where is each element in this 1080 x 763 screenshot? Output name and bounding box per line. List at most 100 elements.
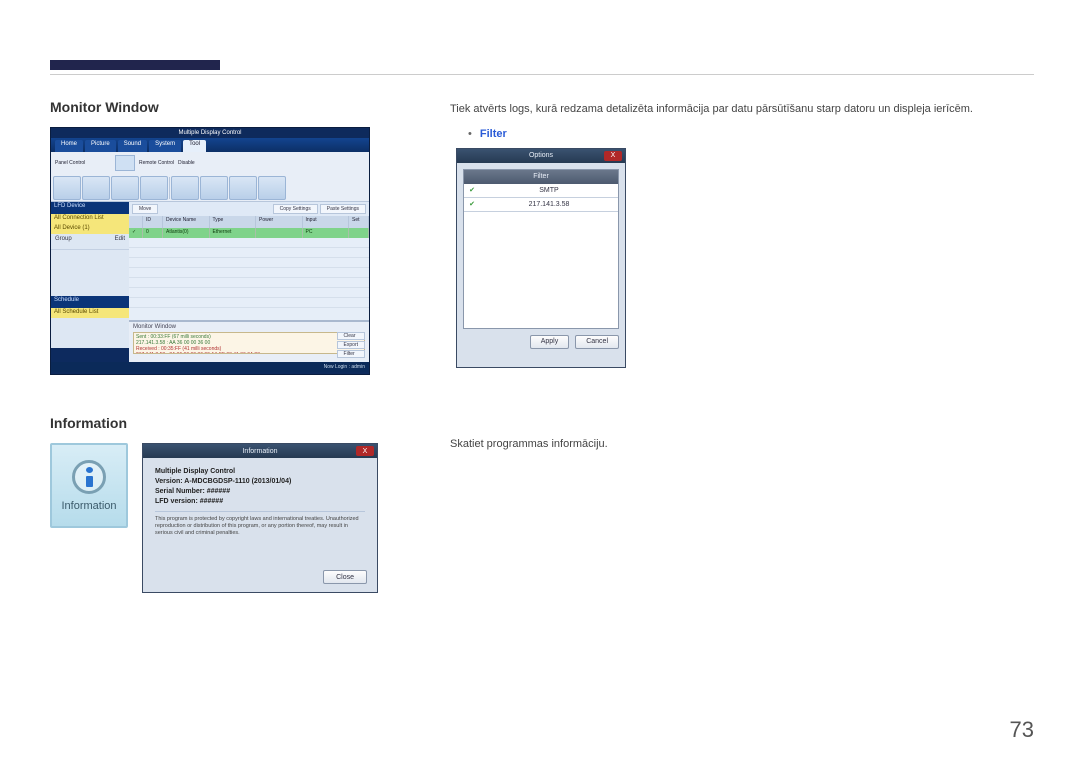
monitor-window-description: Tiek atvērts logs, kurā redzama detalizē… bbox=[450, 101, 1034, 118]
remote-control-label: Remote Control bbox=[139, 160, 174, 166]
app-titlebar: Multiple Display Control bbox=[51, 128, 369, 138]
sidebar-all-schedule[interactable]: All Schedule List bbox=[51, 308, 129, 318]
log-addr2: 217.141.3.58 : 8A 36 00 00 36 00 AA FF 0… bbox=[136, 352, 260, 354]
close-button[interactable]: X bbox=[356, 446, 374, 456]
filter-button[interactable]: Filter bbox=[337, 350, 365, 358]
sidebar-all-device[interactable]: All Device (1) bbox=[51, 224, 129, 234]
app-tabs: Home Picture Sound System Tool bbox=[51, 138, 369, 152]
section-title-monitor: Monitor Window bbox=[50, 99, 420, 115]
monitor-app-window: Multiple Display Control Home Picture So… bbox=[50, 127, 370, 375]
table-header: ID Device Name Type Power Input Set bbox=[129, 216, 369, 228]
filter-row-label: 217.141.3.58 bbox=[480, 201, 618, 208]
th-power[interactable]: Power bbox=[256, 216, 303, 228]
panel-control-field[interactable] bbox=[115, 155, 135, 171]
information-dialog: Information X Multiple Display Control V… bbox=[142, 443, 378, 593]
edit-column-button[interactable] bbox=[200, 176, 228, 200]
table-row-empty bbox=[129, 288, 369, 298]
lfd-version-line: LFD version: ###### bbox=[155, 498, 365, 505]
information-icon-tile[interactable]: Information bbox=[50, 443, 128, 528]
cell-type: Ethernet bbox=[210, 228, 257, 238]
th-id[interactable]: ID bbox=[143, 216, 163, 228]
panel-controls-row: Panel Control Remote Control Disable bbox=[51, 152, 369, 174]
table-row[interactable]: ✓ 0 Atlantis(0) Ethernet PC bbox=[129, 228, 369, 238]
th-set[interactable]: Set bbox=[349, 216, 369, 228]
tab-sound[interactable]: Sound bbox=[118, 140, 147, 152]
monitor-window-button[interactable] bbox=[229, 176, 257, 200]
info-icon-label: Information bbox=[61, 500, 116, 512]
tab-home[interactable]: Home bbox=[55, 140, 83, 152]
filter-row[interactable]: ✔ SMTP bbox=[464, 184, 618, 198]
ribbon bbox=[51, 174, 369, 202]
filter-table: Filter ✔ SMTP ✔ 217.141.3.58 bbox=[463, 169, 619, 329]
bullet-icon bbox=[468, 128, 472, 140]
header-accent bbox=[50, 60, 220, 70]
close-dialog-button[interactable]: Close bbox=[323, 570, 367, 584]
table-row-empty bbox=[129, 258, 369, 268]
edit-button[interactable]: Edit bbox=[115, 236, 125, 242]
move-button[interactable]: Move bbox=[132, 204, 158, 214]
sidebar-spacer bbox=[51, 250, 129, 296]
disclaimer-text: This program is protected by copyright l… bbox=[155, 511, 365, 537]
filter-dialog: Options X Filter ✔ SMTP ✔ 217.141.3.58 bbox=[456, 148, 626, 368]
reset-picture-button[interactable] bbox=[53, 176, 81, 200]
sidebar-all-connection[interactable]: All Connection List bbox=[51, 214, 129, 224]
header-rule bbox=[50, 74, 1034, 75]
th-type[interactable]: Type bbox=[210, 216, 257, 228]
filter-bullet: Filter bbox=[468, 128, 1034, 140]
check-icon: ✔ bbox=[464, 200, 480, 208]
cell-device: Atlantis(0) bbox=[163, 228, 210, 238]
monitor-log[interactable]: Sent : 00:33:FF (67 milli seconds) 217.1… bbox=[133, 332, 365, 354]
table-row-empty bbox=[129, 298, 369, 308]
tab-system[interactable]: System bbox=[149, 140, 181, 152]
apply-button[interactable]: Apply bbox=[530, 335, 570, 349]
filter-dialog-buttons: Apply Cancel bbox=[463, 335, 619, 349]
tab-tool[interactable]: Tool bbox=[183, 140, 206, 152]
cell-id: 0 bbox=[143, 228, 163, 238]
sidebar-schedule-header[interactable]: Schedule bbox=[51, 296, 129, 308]
status-bar: Now Login : admin bbox=[51, 362, 369, 372]
information-button[interactable] bbox=[258, 176, 286, 200]
copy-settings-button[interactable]: Copy Settings bbox=[273, 204, 318, 214]
filter-title-text: Options bbox=[529, 152, 553, 159]
export-button[interactable]: Export bbox=[337, 341, 365, 349]
reset-system-button[interactable] bbox=[111, 176, 139, 200]
check-icon: ✔ bbox=[464, 186, 480, 194]
main-panel: Move Copy Settings Paste Settings ID Dev… bbox=[129, 202, 369, 362]
filter-table-header: Filter bbox=[464, 170, 618, 184]
version-line: Version: A-MDCBGDSP-1110 (2013/01/04) bbox=[155, 478, 365, 485]
monitor-buttons: Clear Export Filter bbox=[337, 332, 365, 358]
th-device[interactable]: Device Name bbox=[163, 216, 210, 228]
close-button[interactable]: X bbox=[604, 151, 622, 161]
disable-label: Disable bbox=[178, 160, 195, 166]
reset-all-button[interactable] bbox=[140, 176, 168, 200]
tab-picture[interactable]: Picture bbox=[85, 140, 116, 152]
cancel-button[interactable]: Cancel bbox=[575, 335, 619, 349]
sidebar-spacer2 bbox=[51, 318, 129, 348]
ribbon-sep bbox=[169, 177, 170, 199]
monitor-panel-title: Monitor Window bbox=[129, 322, 369, 332]
paste-settings-button[interactable]: Paste Settings bbox=[320, 204, 366, 214]
filter-dialog-title: Options X bbox=[457, 149, 625, 163]
th-input[interactable]: Input bbox=[303, 216, 350, 228]
sidebar-group[interactable]: Group Edit bbox=[51, 234, 129, 250]
cell-power bbox=[256, 228, 303, 238]
reset-sound-button[interactable] bbox=[82, 176, 110, 200]
cell-input: PC bbox=[303, 228, 350, 238]
filter-row[interactable]: ✔ 217.141.3.58 bbox=[464, 198, 618, 212]
page-number: 73 bbox=[1010, 717, 1034, 743]
serial-line: Serial Number: ###### bbox=[155, 488, 365, 495]
group-label: Group bbox=[55, 236, 72, 242]
info-dialog-title: Information X bbox=[143, 444, 377, 458]
main-toolbar: Move Copy Settings Paste Settings bbox=[129, 202, 369, 216]
info-dialog-title-text: Information bbox=[242, 448, 277, 455]
sidebar: LFD Device All Connection List All Devic… bbox=[51, 202, 129, 362]
sidebar-lfd-header[interactable]: LFD Device bbox=[51, 202, 129, 214]
clear-button[interactable]: Clear bbox=[337, 332, 365, 340]
product-name: Multiple Display Control bbox=[155, 468, 365, 475]
status-login: Now Login : admin bbox=[324, 364, 365, 370]
option-button[interactable] bbox=[171, 176, 199, 200]
table-row-empty bbox=[129, 278, 369, 288]
app-body: LFD Device All Connection List All Devic… bbox=[51, 202, 369, 362]
panel-control-label: Panel Control bbox=[55, 160, 111, 166]
cell-set bbox=[349, 228, 369, 238]
